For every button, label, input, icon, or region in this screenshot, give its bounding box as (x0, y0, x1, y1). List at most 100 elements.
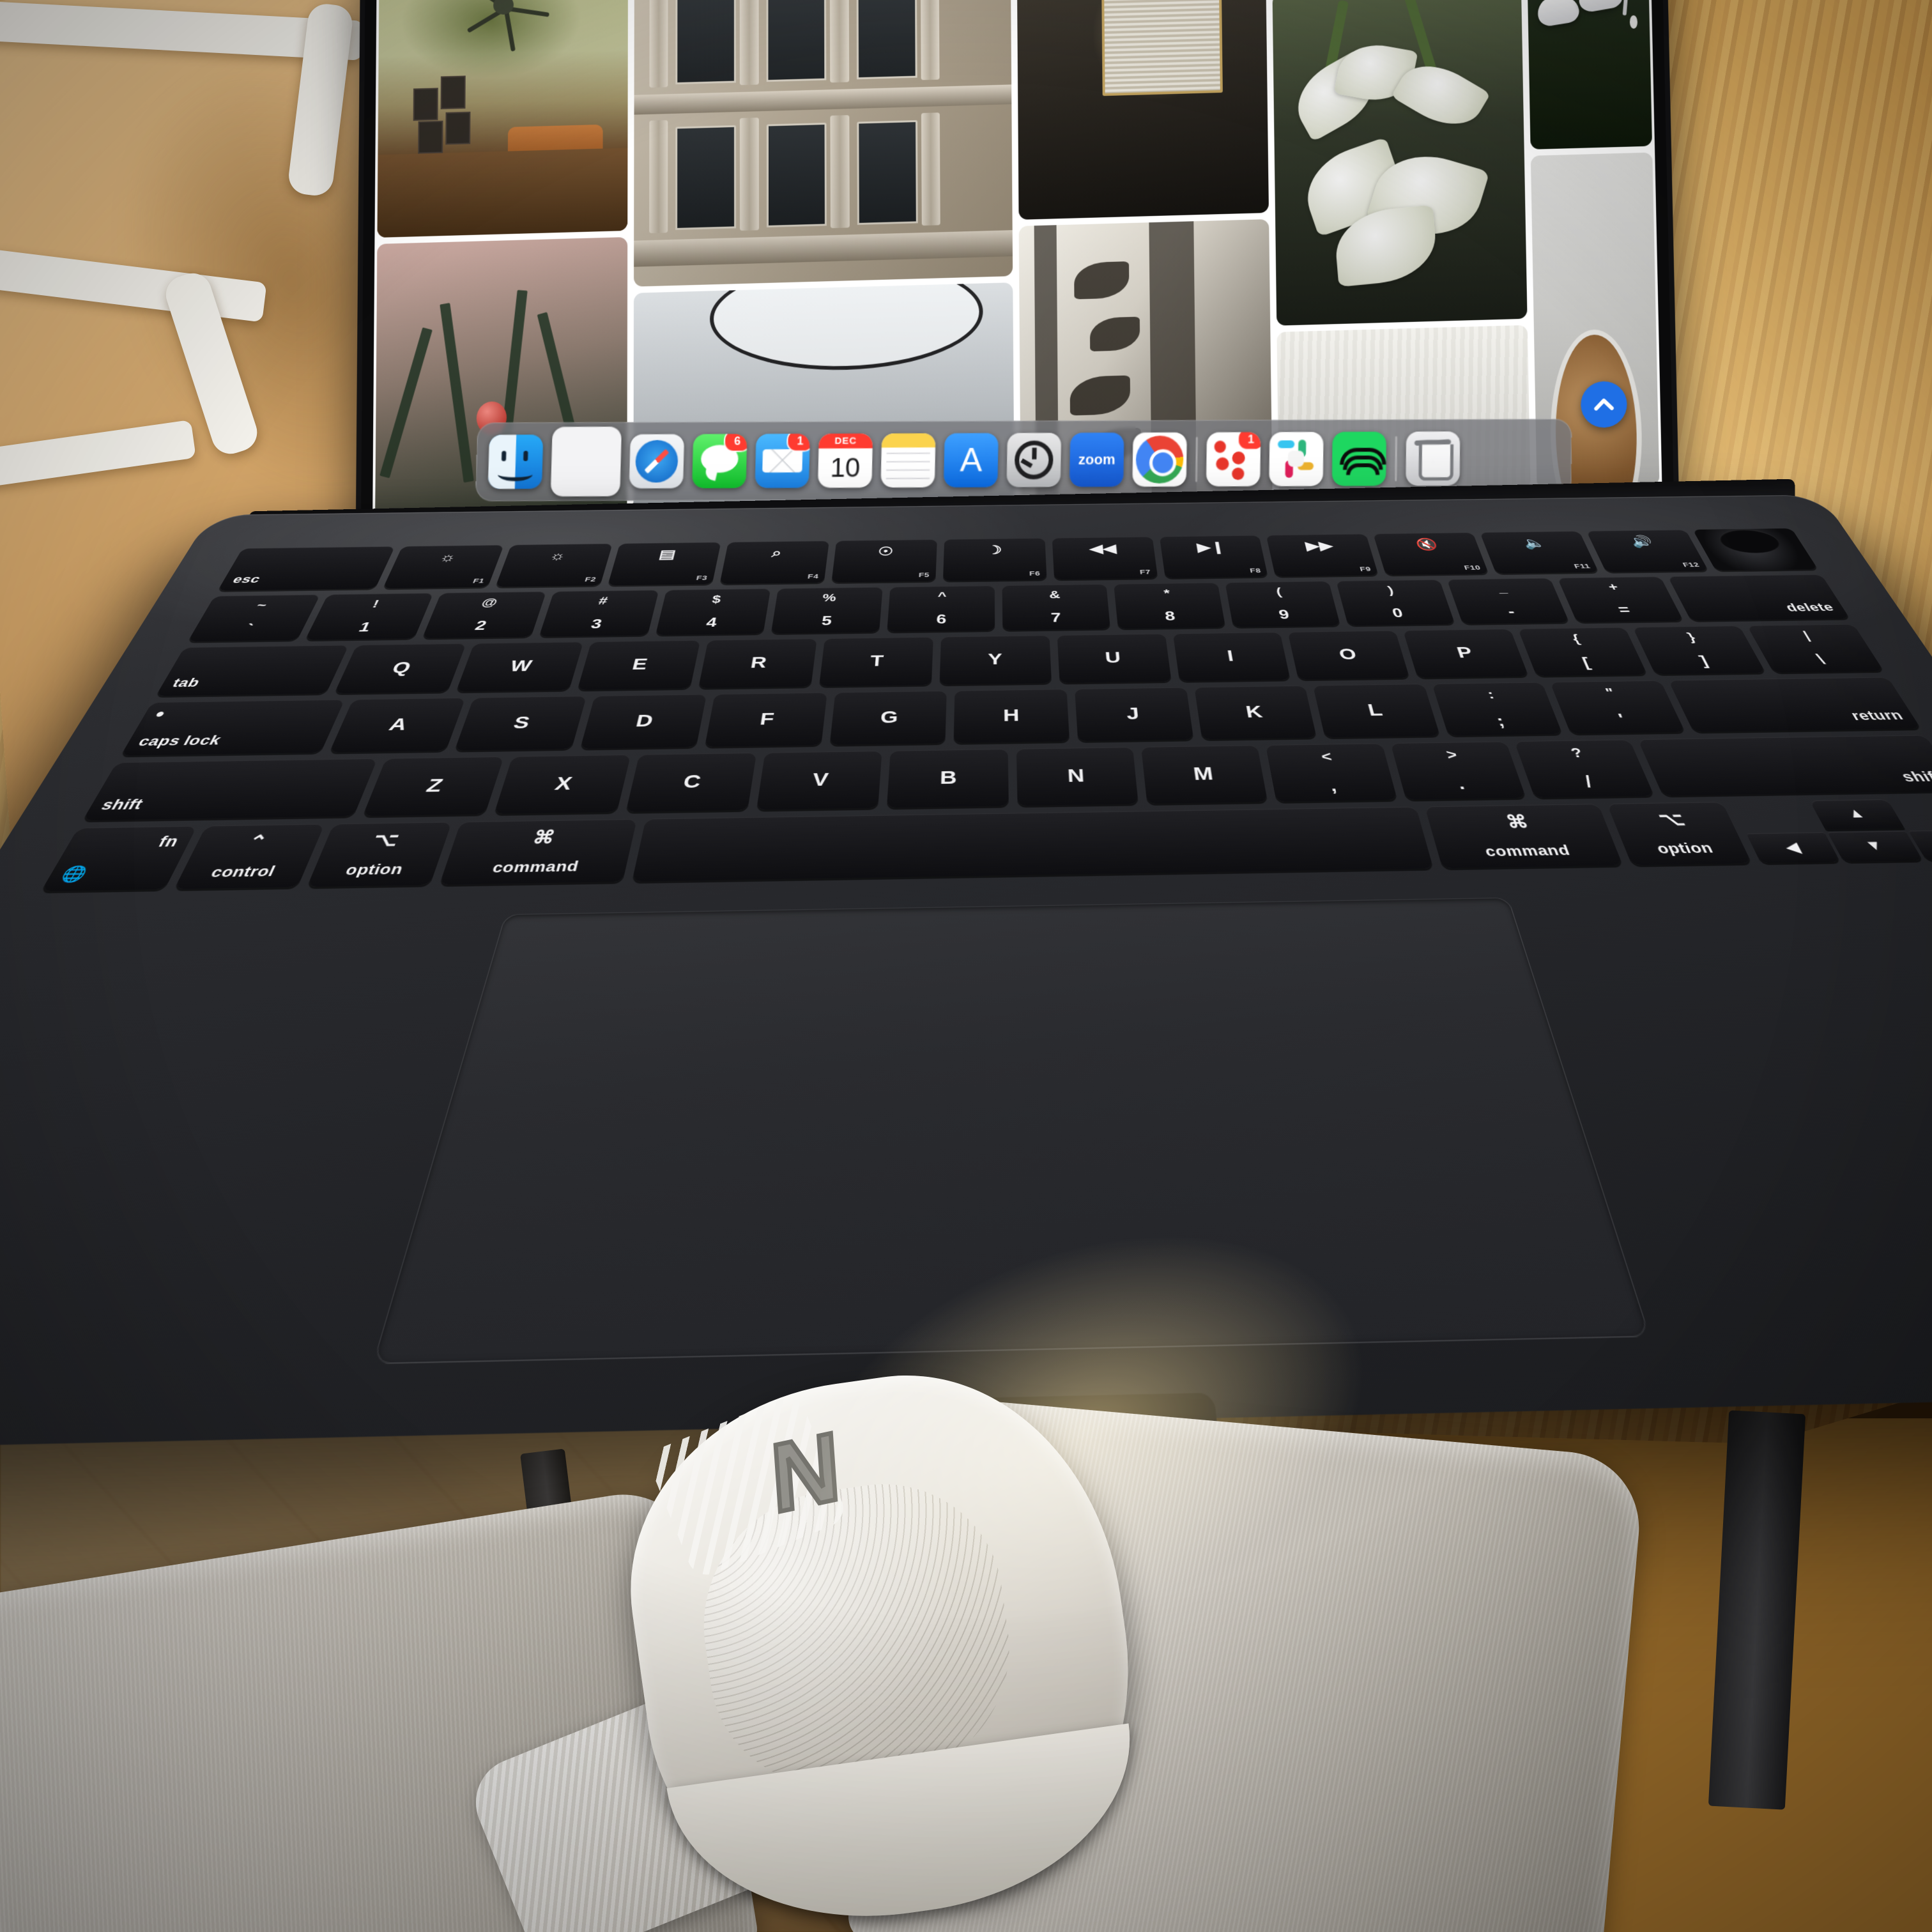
key-quote[interactable]: " ' (1550, 680, 1685, 734)
key-j[interactable]: J (1075, 687, 1193, 742)
key-a[interactable]: A (328, 698, 466, 753)
key-option-left[interactable]: ⌥ option (307, 822, 452, 887)
key-n[interactable]: N (1016, 747, 1138, 806)
key-arrow-left[interactable]: ◀ (1745, 832, 1841, 863)
key-q[interactable]: Q (334, 643, 467, 694)
key-mute[interactable]: 🔇 F10 (1373, 532, 1489, 575)
key-command-left[interactable]: ⌘ command (439, 818, 638, 885)
key-b[interactable]: B (887, 749, 1009, 808)
key-backslash[interactable]: | \ (1747, 624, 1884, 673)
dock-item-notes[interactable] (880, 433, 936, 488)
dock-item-messages[interactable]: 6 (691, 434, 747, 489)
key-backtick[interactable]: ~ ` (188, 594, 321, 641)
key-return[interactable]: return (1668, 677, 1921, 732)
key-4[interactable]: $ 4 (655, 588, 771, 635)
key-x[interactable]: X (494, 755, 631, 815)
key-bracket-right[interactable]: } ] (1632, 625, 1766, 675)
key-command-right[interactable]: ⌘ command (1425, 804, 1623, 868)
key-2[interactable]: @ 2 (422, 591, 546, 638)
key-brightness-up[interactable]: ☼ F2 (495, 543, 613, 587)
key-1[interactable]: ! 1 (305, 593, 434, 640)
photo-cast-iron-facade[interactable] (634, 0, 1013, 288)
key-caps-lock[interactable]: ● caps lock (120, 700, 345, 756)
key-e[interactable]: E (577, 640, 701, 691)
key-dictation[interactable]: ☉ F5 (831, 539, 937, 583)
key-rewind[interactable]: ◀◀ F7 (1052, 536, 1158, 579)
key-h[interactable]: H (954, 689, 1070, 744)
key-period[interactable]: > . (1390, 741, 1526, 800)
key-z[interactable]: Z (362, 756, 505, 816)
key-d[interactable]: D (579, 694, 707, 749)
dock-item-finder[interactable] (487, 434, 543, 489)
key-w[interactable]: W (456, 641, 584, 693)
key-comma[interactable]: < , (1266, 743, 1397, 802)
dock-item-app-store[interactable]: A (943, 433, 999, 487)
key-k[interactable]: K (1193, 686, 1317, 740)
key-option-right[interactable]: ⌥ option (1607, 802, 1752, 866)
key-o[interactable]: O (1287, 630, 1410, 680)
key-t[interactable]: T (818, 636, 933, 687)
key-brightness-down[interactable]: ☼ F1 (383, 545, 504, 588)
key-arrow-down[interactable]: ▼ (1827, 831, 1923, 862)
photo-mirror-window-blinds[interactable] (1016, 0, 1269, 220)
key-v[interactable]: V (756, 751, 882, 810)
key-volume-down[interactable]: 🔈 F11 (1480, 531, 1599, 574)
key-esc[interactable]: esc (217, 546, 395, 591)
key-equal[interactable]: + = (1557, 576, 1683, 622)
key-space[interactable] (632, 806, 1434, 882)
key-spotlight[interactable]: ⌕ F4 (719, 540, 829, 584)
dock-item-chrome[interactable] (1131, 432, 1187, 487)
key-u[interactable]: U (1057, 633, 1172, 684)
keyboard[interactable]: esc ☼ F1 ☼ F2 ▤ F3 ⌕ F4 ☉ F5 ☽ F6 ◀◀ F7 … (41, 528, 1932, 891)
key-7[interactable]: & 7 (1002, 583, 1111, 631)
key-c[interactable]: C (625, 753, 757, 812)
key-5[interactable]: % 5 (771, 586, 884, 634)
key-semicolon[interactable]: : ; (1431, 682, 1563, 736)
key-shift-left[interactable]: shift (82, 758, 378, 821)
key-minus[interactable]: _ - (1446, 578, 1569, 624)
key-shift-right[interactable]: shift (1637, 735, 1932, 796)
key-tab[interactable]: tab (155, 645, 349, 696)
key-touch-id[interactable] (1692, 528, 1818, 571)
key-f[interactable]: F (705, 693, 827, 747)
key-s[interactable]: S (454, 696, 586, 751)
key-3[interactable]: # 3 (539, 590, 659, 637)
dock-item-mail[interactable]: 1 (755, 433, 810, 488)
key-bracket-left[interactable]: { [ (1517, 627, 1648, 677)
key-delete[interactable]: delete (1667, 574, 1850, 621)
photo-golf-putting[interactable] (1526, 0, 1652, 150)
key-control[interactable]: ⌃ control (174, 824, 325, 889)
key-r[interactable]: R (698, 638, 817, 689)
key-do-not-disturb[interactable]: ☽ F6 (942, 538, 1047, 581)
dock-item-slack[interactable] (1268, 432, 1324, 487)
key-fn-globe[interactable]: fn 🌐 (41, 825, 197, 891)
key-0[interactable]: ) 0 (1336, 579, 1455, 625)
key-mission-control[interactable]: ▤ F3 (608, 542, 721, 586)
dock-item-system-settings[interactable] (1006, 433, 1061, 487)
key-y[interactable]: Y (939, 635, 1052, 686)
key-arrow-up[interactable]: ▲ (1809, 799, 1905, 829)
key-l[interactable]: L (1313, 684, 1440, 738)
key-slash[interactable]: ? / (1514, 739, 1655, 798)
trackpad[interactable] (372, 897, 1651, 1365)
photo-white-lilies[interactable] (1272, 0, 1528, 326)
dock-item-spotify[interactable] (1331, 431, 1386, 486)
dock-item-safari[interactable] (629, 434, 684, 489)
key-g[interactable]: G (829, 691, 947, 746)
key-m[interactable]: M (1141, 745, 1268, 804)
dock-item-trash[interactable] (1405, 431, 1460, 486)
key-volume-up[interactable]: 🔊 F12 (1586, 530, 1709, 572)
key-play-pause[interactable]: ▶❙ F8 (1159, 535, 1269, 578)
key-8[interactable]: * 8 (1114, 582, 1226, 629)
key-fast-forward[interactable]: ▶▶ F9 (1266, 533, 1379, 577)
dock-item-red-dots-app[interactable]: 1 (1206, 432, 1261, 487)
key-6[interactable]: ^ 6 (887, 585, 995, 632)
photo-living-room-ceiling-fan[interactable] (377, 0, 628, 238)
dock-item-launchpad[interactable] (550, 426, 622, 497)
key-i[interactable]: I (1172, 631, 1291, 682)
key-9[interactable]: ( 9 (1225, 581, 1340, 627)
dock-item-calendar[interactable]: DEC 10 (817, 433, 873, 488)
golf-ball (1630, 15, 1638, 29)
dock-item-zoom[interactable]: zoom (1069, 433, 1124, 487)
key-p[interactable]: P (1403, 628, 1529, 678)
